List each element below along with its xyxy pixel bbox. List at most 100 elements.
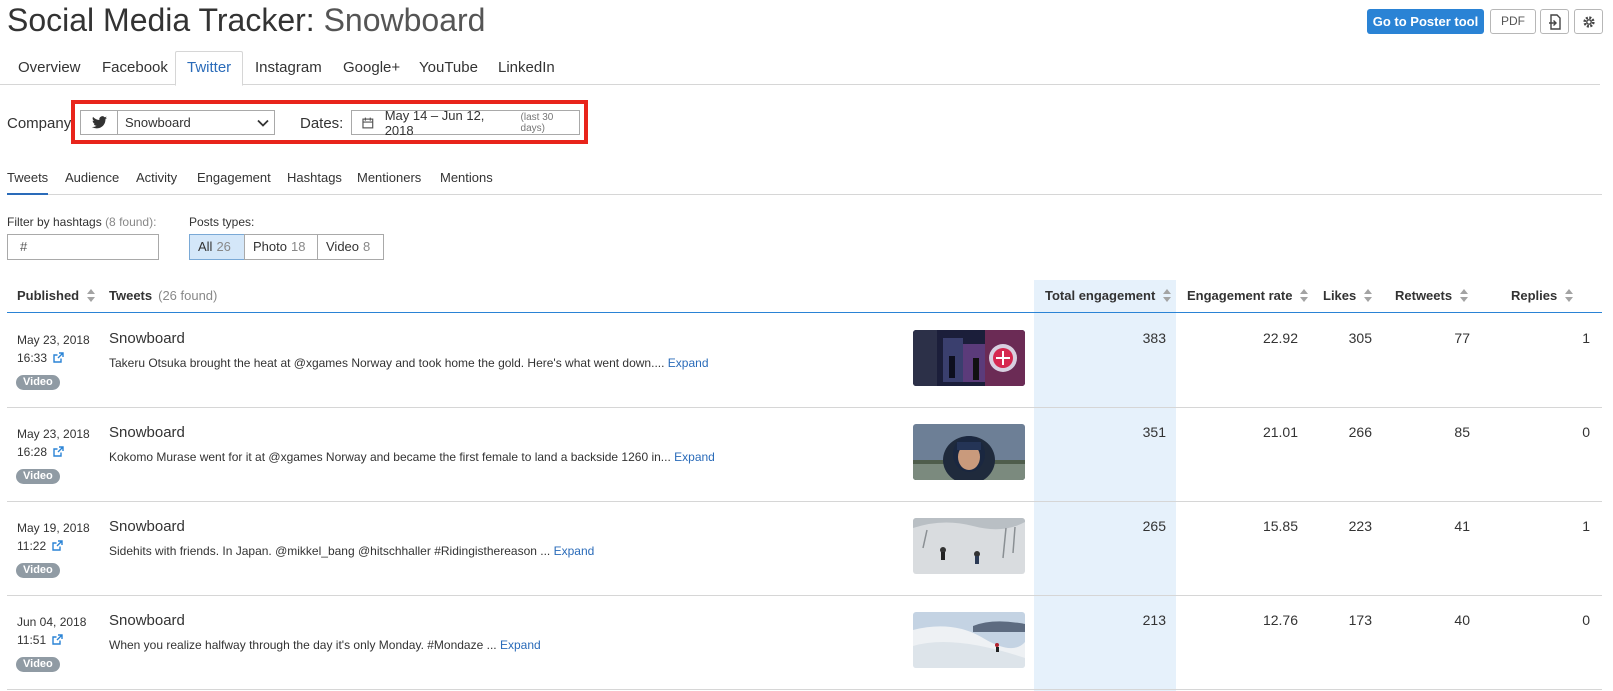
hashtag-filter-input[interactable]: # <box>7 234 159 260</box>
row-time-wrap: 11:22 <box>17 537 90 556</box>
col-retweets-label: Retweets <box>1395 288 1453 303</box>
tab-overview[interactable]: Overview <box>18 52 81 84</box>
row-time: 11:51 <box>17 633 47 647</box>
engagement-rate-value: 21.01 <box>1262 424 1298 440</box>
tweet-text-content: When you realize halfway through the day… <box>109 638 497 652</box>
retweets-value: 41 <box>1454 518 1470 534</box>
subtab-mentions[interactable]: Mentions <box>440 168 493 193</box>
replies-value: 0 <box>1582 612 1590 628</box>
subtab-engagement[interactable]: Engagement <box>197 168 271 193</box>
post-type-badge: Video <box>16 657 60 672</box>
expand-link[interactable]: Expand <box>674 450 715 464</box>
tab-linkedin[interactable]: LinkedIn <box>498 52 555 84</box>
subtab-audience[interactable]: Audience <box>65 168 119 193</box>
tweet-account[interactable]: Snowboard <box>109 612 185 629</box>
company-label: Company: <box>7 115 76 132</box>
engagement-rate-value: 15.85 <box>1262 518 1298 534</box>
post-type-photo-label: Photo <box>253 239 287 254</box>
row-published: May 23, 2018 16:33 <box>17 331 90 368</box>
row-divider <box>7 689 1602 690</box>
engagement-rate-value: 22.92 <box>1262 330 1298 346</box>
post-type-photo[interactable]: Photo 18 <box>244 234 318 260</box>
company-select[interactable]: Snowboard <box>80 110 275 135</box>
subtab-mentioners[interactable]: Mentioners <box>357 168 421 193</box>
hashtag-filter-label: Filter by hashtags (8 found): <box>7 215 156 229</box>
hashtag-filter-label-text: Filter by hashtags <box>7 215 102 229</box>
row-date: May 23, 2018 <box>17 427 90 441</box>
tweet-thumbnail[interactable] <box>913 612 1025 668</box>
post-type-badge: Video <box>16 469 60 484</box>
expand-link[interactable]: Expand <box>668 356 709 370</box>
export-icon <box>1548 13 1561 30</box>
date-range-value: May 14 – Jun 12, 2018 <box>384 107 485 138</box>
tweet-thumbnail[interactable] <box>913 424 1025 480</box>
col-engagement-rate[interactable]: Engagement rate <box>1187 288 1309 303</box>
external-link-icon[interactable] <box>53 444 64 462</box>
post-type-video-count: 8 <box>363 239 371 254</box>
post-type-video[interactable]: Video 8 <box>317 234 384 260</box>
date-range-picker[interactable]: May 14 – Jun 12, 2018 (last 30 days) <box>351 107 580 138</box>
col-tweets-count: (26 found) <box>158 288 218 303</box>
likes-value: 223 <box>1348 518 1372 534</box>
export-button[interactable] <box>1540 9 1569 34</box>
sort-icon <box>1364 288 1373 303</box>
company-select-value: Snowboard <box>125 115 191 130</box>
row-divider <box>7 501 1602 502</box>
retweets-value: 40 <box>1454 612 1470 628</box>
tab-twitter[interactable]: Twitter <box>175 51 244 86</box>
external-link-icon[interactable] <box>53 350 64 368</box>
retweets-value: 85 <box>1454 424 1470 440</box>
settings-button[interactable] <box>1574 9 1603 34</box>
col-total-engagement[interactable]: Total engagement <box>1045 288 1172 303</box>
date-range-hint: (last 30 days) <box>520 111 554 134</box>
row-time-wrap: 11:51 <box>17 631 86 650</box>
post-type-all[interactable]: All 26 <box>189 234 245 260</box>
external-link-icon[interactable] <box>52 632 63 650</box>
row-time: 16:33 <box>17 351 48 365</box>
expand-link[interactable]: Expand <box>554 544 595 558</box>
row-date: Jun 04, 2018 <box>17 615 87 629</box>
tweet-thumbnail[interactable] <box>913 518 1025 574</box>
tweet-text-content: Takeru Otsuka brought the heat at @xgame… <box>109 356 665 370</box>
twitter-icon <box>91 116 107 129</box>
tab-facebook[interactable]: Facebook <box>102 52 168 84</box>
row-published: May 23, 2018 16:28 <box>17 425 90 462</box>
subtab-tweets[interactable]: Tweets <box>7 168 49 195</box>
page-title-label: Social Media Tracker: <box>7 2 315 38</box>
twitter-sub-tabs: Tweets Audience Activity Engagement Hash… <box>7 168 1602 195</box>
col-published-label: Published <box>17 288 80 303</box>
tab-instagram[interactable]: Instagram <box>255 52 322 84</box>
tab-google-plus[interactable]: Google+ <box>343 52 400 84</box>
col-retweets[interactable]: Retweets <box>1395 288 1469 303</box>
likes-value: 266 <box>1348 424 1372 440</box>
external-link-icon[interactable] <box>52 538 63 556</box>
subtab-activity[interactable]: Activity <box>136 168 177 193</box>
tweet-account[interactable]: Snowboard <box>109 518 185 535</box>
tweet-account[interactable]: Snowboard <box>109 330 185 347</box>
chevron-down-icon <box>252 111 274 134</box>
col-total-engagement-label: Total engagement <box>1045 288 1156 303</box>
tweet-thumbnail[interactable] <box>913 330 1025 386</box>
go-to-poster-button[interactable]: Go to Poster tool <box>1367 9 1484 34</box>
pdf-button[interactable]: PDF <box>1490 9 1536 34</box>
col-replies-label: Replies <box>1511 288 1558 303</box>
col-likes[interactable]: Likes <box>1323 288 1373 303</box>
row-date: May 19, 2018 <box>17 521 90 535</box>
tweet-text: Kokomo Murase went for it at @xgames Nor… <box>109 450 715 464</box>
post-type-badge: Video <box>16 563 60 578</box>
col-replies[interactable]: Replies <box>1511 288 1574 303</box>
col-engagement-rate-label: Engagement rate <box>1187 288 1293 303</box>
network-tabs: Overview Facebook Twitter Instagram Goog… <box>0 51 1600 86</box>
tweet-text: Takeru Otsuka brought the heat at @xgame… <box>109 356 709 370</box>
row-time-wrap: 16:28 <box>17 443 90 462</box>
retweets-value: 77 <box>1454 330 1470 346</box>
table-header-divider <box>7 312 1602 313</box>
hashtag-filter-count: (8 found): <box>105 215 157 229</box>
tweet-text-content: Sidehits with friends. In Japan. @mikkel… <box>109 544 551 558</box>
subtab-hashtags[interactable]: Hashtags <box>287 168 342 193</box>
col-published[interactable]: Published <box>17 288 96 303</box>
tab-youtube[interactable]: YouTube <box>419 52 478 84</box>
tweet-account[interactable]: Snowboard <box>109 424 185 441</box>
total-engagement-value: 383 <box>1142 330 1166 346</box>
expand-link[interactable]: Expand <box>500 638 541 652</box>
